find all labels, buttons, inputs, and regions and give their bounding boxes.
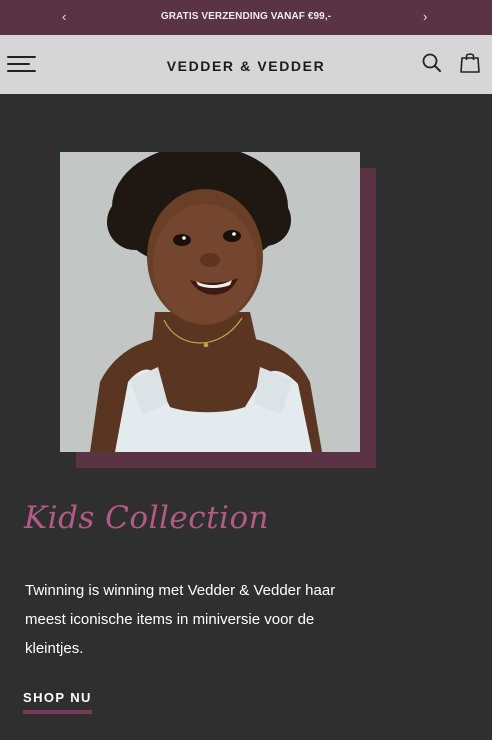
shopping-bag-icon[interactable] xyxy=(459,51,481,75)
announcement-message: GRATIS VERZENDING VANAF €99,- xyxy=(160,11,332,22)
chevron-right-icon[interactable]: › xyxy=(423,9,427,24)
site-header: VEDDER & VEDDER xyxy=(0,35,492,94)
announcement-bar: ‹ GRATIS VERZENDING VANAF €99,- › xyxy=(0,0,492,35)
collection-title: Kids Collection xyxy=(24,500,270,536)
site-logo[interactable]: VEDDER & VEDDER xyxy=(0,58,492,74)
shop-now-button[interactable]: SHOP NU xyxy=(23,690,92,714)
hero-photo-child xyxy=(60,152,360,452)
search-icon[interactable] xyxy=(421,52,443,74)
collection-description: Twinning is winning met Vedder & Vedder … xyxy=(25,582,336,657)
